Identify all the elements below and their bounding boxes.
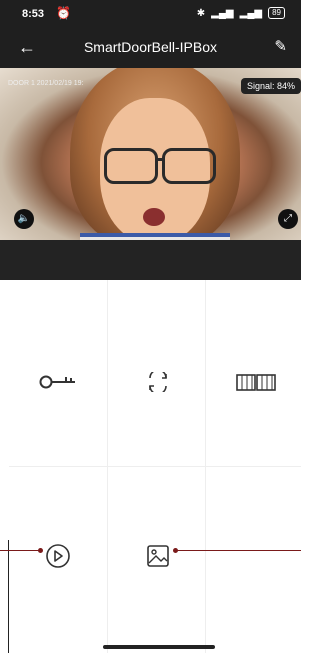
annotation-dot-right [173, 548, 178, 553]
fullscreen-icon[interactable]: ⤢ [278, 209, 298, 229]
playback-button[interactable] [38, 536, 78, 576]
video-mouth [143, 208, 165, 226]
gallery-button[interactable] [138, 536, 178, 576]
signal-icon: ▂▄▆ [211, 7, 234, 19]
grid-divider [9, 466, 301, 467]
signal-icon: ▂▄▆ [239, 7, 263, 19]
status-bar: 8:53 ⏰ ✱ ▂▄▆ ▂▄▆ 89 [0, 0, 301, 28]
edit-icon[interactable]: ✎ [274, 37, 287, 55]
unlock-button[interactable] [38, 362, 78, 402]
gate-button[interactable] [236, 362, 276, 402]
home-indicator[interactable] [103, 645, 215, 649]
play-circle-icon [46, 544, 70, 568]
status-time: 8:53 [22, 8, 45, 20]
annotation-line-left [0, 550, 39, 551]
video-timestamp-label: DOOR 1 2021/02/19 19: [8, 80, 84, 87]
gate-icon [236, 374, 276, 391]
speaker-mute-icon[interactable]: 🔈 [14, 209, 34, 229]
key-icon [39, 375, 75, 389]
image-icon [147, 545, 169, 567]
switch-camera-button[interactable] [138, 362, 178, 402]
battery-indicator: 89 [268, 7, 285, 19]
video-footer-bar [0, 240, 301, 280]
controls-grid [9, 280, 301, 653]
video-shirt [80, 233, 230, 240]
bluetooth-icon: ✱ [196, 7, 206, 19]
app-header: ← SmartDoorBell-IPBox ✎ [0, 28, 301, 68]
annotation-line-right [176, 550, 301, 551]
page-title: SmartDoorBell-IPBox [83, 39, 218, 55]
refresh-icon [149, 372, 167, 392]
frame-edge-line [8, 540, 9, 653]
video-glasses [104, 148, 216, 184]
annotation-dot-left [38, 548, 43, 553]
signal-badge: Signal: 84% [240, 78, 301, 94]
alarm-clock-icon: ⏰ [56, 6, 71, 20]
status-icons: ✱ ▂▄▆ ▂▄▆ 89 [197, 7, 285, 19]
